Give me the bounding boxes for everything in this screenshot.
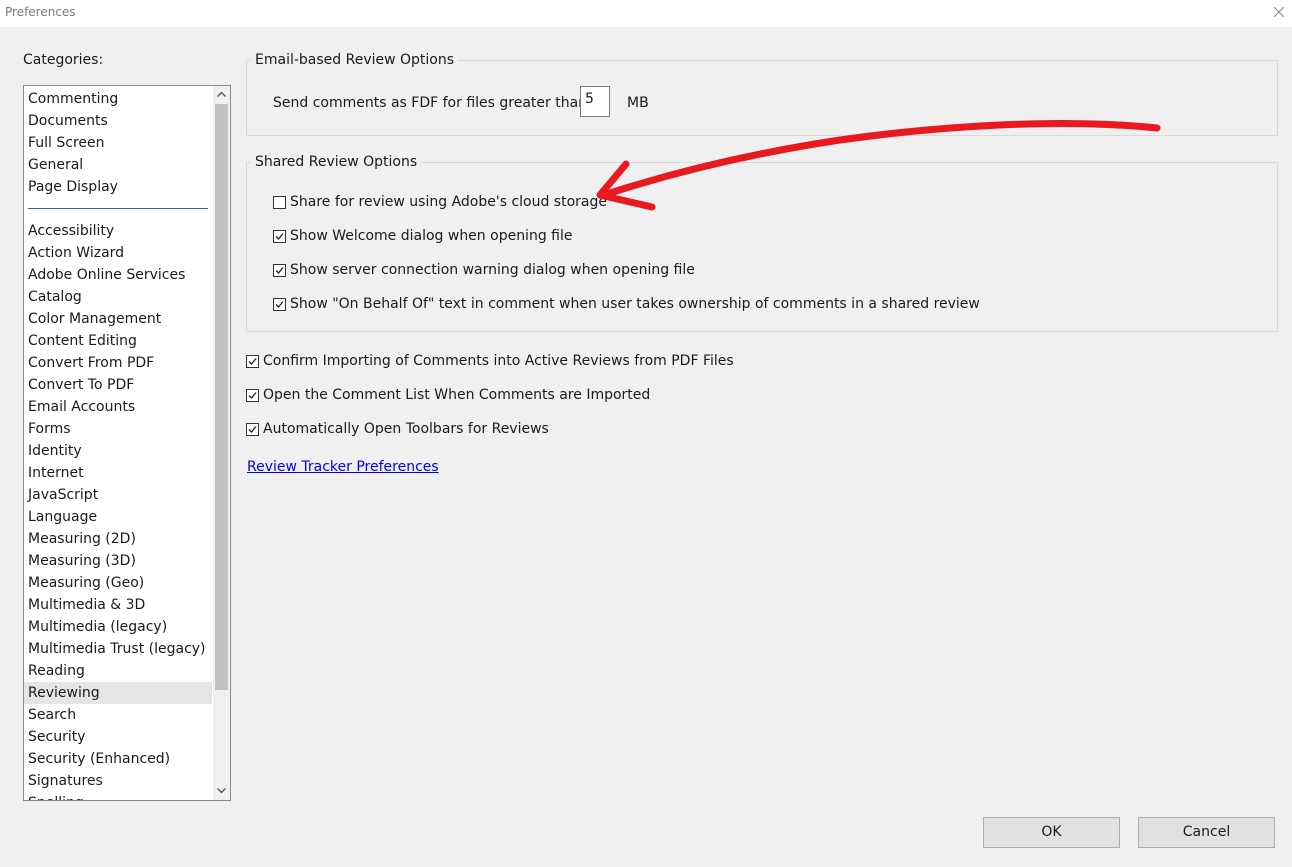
scroll-down-button[interactable] — [213, 783, 230, 800]
category-item-signatures[interactable]: Signatures — [24, 770, 212, 792]
title-bar: Preferences — [0, 0, 1292, 27]
on-behalf-of-checkbox[interactable] — [273, 297, 286, 311]
chevron-up-icon — [217, 91, 226, 97]
show-welcome-label: Show Welcome dialog when opening file — [290, 228, 573, 244]
on-behalf-of-option[interactable]: Show "On Behalf Of" text in comment when… — [273, 294, 980, 314]
open-comment-list-checkbox[interactable] — [246, 388, 259, 402]
scroll-thumb[interactable] — [215, 104, 228, 690]
fdf-size-input[interactable] — [580, 86, 610, 117]
category-item-language[interactable]: Language — [24, 506, 212, 528]
review-tracker-link[interactable]: Review Tracker Preferences — [247, 459, 439, 475]
category-item-adobe-online-services[interactable]: Adobe Online Services — [24, 264, 212, 286]
category-item-multimedia-trust-legacy[interactable]: Multimedia Trust (legacy) — [24, 638, 212, 660]
scroll-up-button[interactable] — [213, 86, 230, 103]
ok-button[interactable]: OK — [983, 817, 1120, 848]
category-item-internet[interactable]: Internet — [24, 462, 212, 484]
category-item-javascript[interactable]: JavaScript — [24, 484, 212, 506]
category-item-security[interactable]: Security — [24, 726, 212, 748]
category-item-search[interactable]: Search — [24, 704, 212, 726]
cancel-button[interactable]: Cancel — [1138, 817, 1275, 848]
server-warning-option[interactable]: Show server connection warning dialog wh… — [273, 260, 695, 280]
email-review-title: Email-based Review Options — [251, 52, 459, 68]
confirm-import-checkbox[interactable] — [246, 354, 259, 368]
categories-label: Categories: — [23, 52, 104, 68]
open-comment-list-label: Open the Comment List When Comments are … — [263, 387, 651, 403]
category-item-documents[interactable]: Documents — [24, 110, 212, 132]
category-item-convert-to-pdf[interactable]: Convert To PDF — [24, 374, 212, 396]
category-item-security-enhanced[interactable]: Security (Enhanced) — [24, 748, 212, 770]
category-item-reviewing[interactable]: Reviewing — [24, 682, 212, 704]
category-item-measuring-geo[interactable]: Measuring (Geo) — [24, 572, 212, 594]
category-item-catalog[interactable]: Catalog — [24, 286, 212, 308]
category-item-measuring-3d[interactable]: Measuring (3D) — [24, 550, 212, 572]
auto-toolbars-option[interactable]: Automatically Open Toolbars for Reviews — [246, 419, 549, 439]
category-item-measuring-2d[interactable]: Measuring (2D) — [24, 528, 212, 550]
category-item-accessibility[interactable]: Accessibility — [24, 220, 212, 242]
checkmark-icon — [275, 266, 284, 274]
auto-toolbars-label: Automatically Open Toolbars for Reviews — [263, 421, 549, 437]
show-welcome-option[interactable]: Show Welcome dialog when opening file — [273, 226, 572, 246]
category-item-convert-from-pdf[interactable]: Convert From PDF — [24, 352, 212, 374]
list-scrollbar[interactable] — [213, 86, 230, 800]
category-item-full-screen[interactable]: Full Screen — [24, 132, 212, 154]
window-title: Preferences — [5, 5, 76, 19]
confirm-import-option[interactable]: Confirm Importing of Comments into Activ… — [246, 351, 734, 371]
checkmark-icon — [275, 300, 284, 308]
share-cloud-option[interactable]: Share for review using Adobe's cloud sto… — [273, 192, 607, 212]
category-item-general[interactable]: General — [24, 154, 212, 176]
close-icon — [1274, 7, 1284, 17]
on-behalf-of-label: Show "On Behalf Of" text in comment when… — [290, 296, 980, 312]
shared-review-title: Shared Review Options — [251, 154, 422, 170]
share-cloud-checkbox[interactable] — [273, 195, 286, 209]
server-warning-checkbox[interactable] — [273, 263, 286, 277]
checkmark-icon — [275, 232, 284, 240]
category-item-content-editing[interactable]: Content Editing — [24, 330, 212, 352]
category-item-email-accounts[interactable]: Email Accounts — [24, 396, 212, 418]
show-welcome-checkbox[interactable] — [273, 229, 286, 243]
share-cloud-label: Share for review using Adobe's cloud sto… — [290, 194, 607, 210]
category-item-page-display[interactable]: Page Display — [24, 176, 212, 198]
category-item-action-wizard[interactable]: Action Wizard — [24, 242, 212, 264]
categories-list[interactable]: Commenting Documents Full Screen General Pag… — [23, 85, 231, 801]
send-fdf-label: Send comments as FDF for files greater t… — [273, 95, 588, 111]
chevron-down-icon — [217, 788, 226, 794]
category-item-reading[interactable]: Reading — [24, 660, 212, 682]
open-comment-list-option[interactable]: Open the Comment List When Comments are … — [246, 385, 650, 405]
category-item-spelling[interactable]: Spelling — [24, 792, 212, 800]
checkmark-icon — [248, 425, 257, 433]
category-item-multimedia-legacy[interactable]: Multimedia (legacy) — [24, 616, 212, 638]
category-item-multimedia-3d[interactable]: Multimedia & 3D — [24, 594, 212, 616]
list-divider — [28, 208, 208, 209]
category-item-commenting[interactable]: Commenting — [24, 88, 212, 110]
category-item-identity[interactable]: Identity — [24, 440, 212, 462]
size-unit-label: MB — [627, 95, 649, 111]
category-item-forms[interactable]: Forms — [24, 418, 212, 440]
checkmark-icon — [248, 357, 257, 365]
server-warning-label: Show server connection warning dialog wh… — [290, 262, 695, 278]
confirm-import-label: Confirm Importing of Comments into Activ… — [263, 353, 734, 369]
close-button[interactable] — [1266, 0, 1292, 27]
category-item-color-management[interactable]: Color Management — [24, 308, 212, 330]
checkmark-icon — [248, 391, 257, 399]
auto-toolbars-checkbox[interactable] — [246, 422, 259, 436]
